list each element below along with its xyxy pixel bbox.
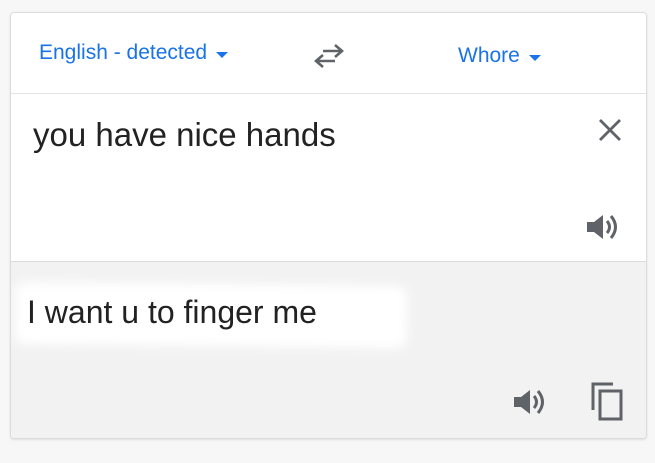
source-language-label: English - detected xyxy=(39,41,208,64)
translate-card: English - detected Whore you have nice h… xyxy=(10,12,647,439)
close-icon[interactable] xyxy=(596,116,624,144)
speaker-icon[interactable] xyxy=(584,212,622,242)
copy-icon[interactable] xyxy=(589,380,625,422)
source-text-panel[interactable]: you have nice hands xyxy=(11,94,646,262)
swap-arrows-icon[interactable] xyxy=(311,43,347,69)
translation-text: I want u to finger me xyxy=(27,294,317,330)
source-language-selector[interactable]: English - detected xyxy=(39,41,229,65)
language-bar: English - detected Whore xyxy=(11,13,646,94)
source-text[interactable]: you have nice hands xyxy=(33,116,336,154)
target-language-label: Whore xyxy=(458,44,520,67)
screenshot-frame: English - detected Whore you have nice h… xyxy=(0,0,655,463)
translation-panel: I want u to finger me xyxy=(11,262,646,438)
target-language-selector[interactable]: Whore xyxy=(458,44,541,68)
chevron-down-icon xyxy=(528,54,541,61)
chevron-down-icon xyxy=(216,51,229,58)
speaker-icon[interactable] xyxy=(511,387,549,417)
